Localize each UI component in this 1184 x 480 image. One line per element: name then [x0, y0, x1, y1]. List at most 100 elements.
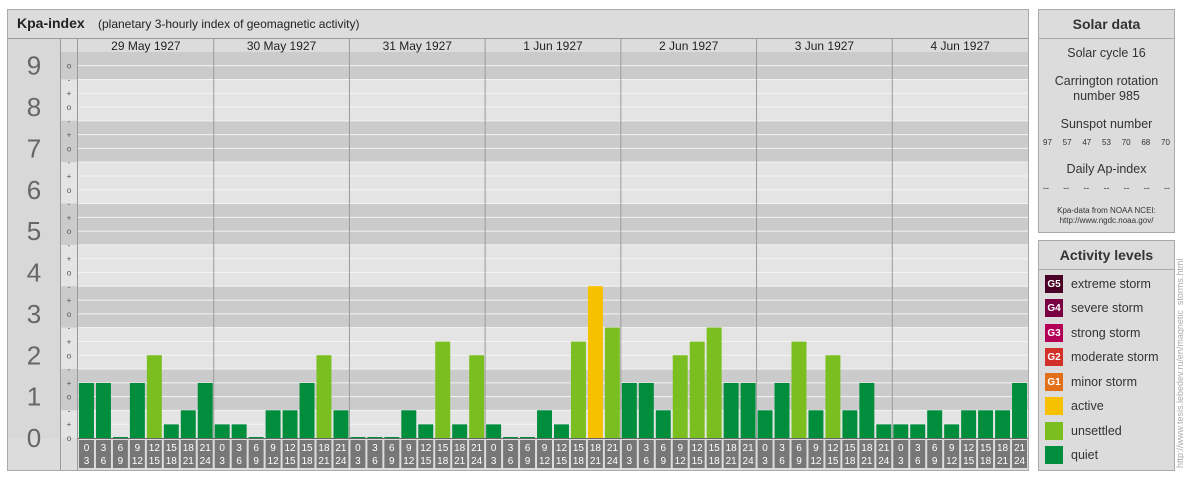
interval-start-label: 21: [743, 443, 755, 454]
interval-start-label: 18: [726, 443, 738, 454]
y-minor-label: -: [68, 282, 71, 291]
y-minor-label: o: [67, 310, 72, 319]
legend-swatch: G5: [1045, 275, 1063, 293]
sunspot-value: 57: [1062, 138, 1072, 147]
y-minor-label: -: [68, 406, 71, 415]
y-tick-label: 6: [27, 175, 41, 205]
interval-end-label: 6: [101, 456, 107, 467]
interval-end-label: 12: [675, 456, 687, 467]
interval-end-label: 18: [301, 456, 313, 467]
legend-swatch: [1045, 397, 1063, 415]
interval-end-label: 12: [268, 456, 280, 467]
kp-bar: [469, 355, 485, 438]
interval-end-label: 15: [420, 456, 432, 467]
y-minor-label: +: [67, 296, 72, 305]
interval-start-label: 9: [542, 443, 548, 454]
interval-start-label: 21: [607, 443, 619, 454]
kp-bar: [95, 382, 111, 438]
y-minor-label: +: [67, 131, 72, 140]
kp-bar: [537, 410, 552, 438]
legend-swatch: [1045, 422, 1063, 440]
legend-swatch: G4: [1045, 299, 1063, 317]
kp-bar: [978, 410, 994, 438]
kp-bar: [146, 355, 162, 438]
legend-moderate-storm: G2 moderate storm: [1045, 347, 1159, 367]
interval-start-label: 9: [949, 443, 955, 454]
kp-bar: [333, 410, 349, 438]
kp-bar: [265, 410, 281, 438]
interval-start-label: 6: [796, 443, 802, 454]
sunspot-value: 47: [1082, 138, 1092, 147]
source-credit: http://www.tesis.lebedev.ru/en/magnetic_…: [1175, 258, 1184, 468]
interval-end-label: 15: [149, 456, 161, 467]
y-minor-label: +: [67, 172, 72, 181]
interval-start-label: 18: [997, 443, 1009, 454]
interval-start-label: 9: [135, 443, 141, 454]
kp-bar: [638, 382, 654, 438]
kp-bar: [723, 382, 739, 438]
interval-start-label: 0: [627, 443, 633, 454]
sunspot-values: 97 57 47 53 70 68 70: [1043, 138, 1170, 147]
legend-swatch: G3: [1045, 324, 1063, 342]
day-label: 31 May 1927: [383, 39, 453, 53]
y-tick-label: 4: [27, 258, 41, 288]
y-tick-label: 8: [27, 92, 41, 122]
interval-end-label: 3: [762, 456, 768, 467]
kp-bar: [808, 410, 824, 438]
interval-start-label: 3: [236, 443, 242, 454]
interval-end-label: 18: [844, 456, 856, 467]
interval-end-label: 18: [980, 456, 992, 467]
interval-end-label: 3: [898, 456, 904, 467]
kp-bar: [350, 437, 366, 438]
interval-start-label: 6: [660, 443, 666, 454]
carrington-label: Carrington rotation: [1054, 74, 1159, 88]
legend-quiet: quiet: [1045, 445, 1098, 465]
kp-bar: [79, 382, 94, 438]
interval-end-label: 6: [508, 456, 514, 467]
sunspot-value: 68: [1141, 138, 1151, 147]
kp-bar: [180, 410, 196, 438]
k-band: [8, 203, 1028, 245]
interval-end-label: 24: [743, 456, 755, 467]
interval-start-label: 0: [84, 443, 90, 454]
y-minor-label: -: [68, 324, 71, 333]
y-tick-label: 3: [27, 299, 41, 329]
interval-start-label: 9: [406, 443, 412, 454]
interval-end-label: 12: [132, 456, 144, 467]
chart-subtitle: (planetary 3-hourly index of geomagnetic…: [98, 17, 360, 31]
interval-end-label: 15: [963, 456, 975, 467]
kp-bar: [655, 410, 671, 438]
interval-start-label: 15: [844, 443, 856, 454]
kpa-chart-panel: 29 May 1927 30 May 1927 31 May 1927 1 Jun 1…: [7, 9, 1029, 471]
interval-start-label: 3: [508, 443, 514, 454]
y-tick-label: 1: [27, 382, 41, 412]
kp-bar: [587, 286, 603, 438]
interval-start-label: 3: [644, 443, 650, 454]
y-minor-label: -: [68, 241, 71, 250]
y-tick-label: 2: [27, 340, 41, 370]
interval-start-label: 12: [827, 443, 839, 454]
interval-end-label: 21: [454, 456, 466, 467]
y-minor-label: o: [67, 62, 72, 71]
interval-start-label: 15: [709, 443, 721, 454]
kp-bar: [214, 424, 230, 438]
ap-index-title: Daily Ap-index: [1066, 162, 1147, 176]
kp-bar: [842, 410, 858, 438]
interval-start-label: 21: [200, 443, 212, 454]
kp-bar: [1012, 382, 1027, 438]
kp-bar: [927, 410, 943, 438]
ap-value: --: [1103, 183, 1110, 193]
kp-bar: [418, 424, 434, 438]
y-minor-label: -: [68, 117, 71, 126]
legend-label: minor storm: [1071, 375, 1137, 389]
y-minor-label: o: [67, 103, 72, 112]
kp-bar: [282, 410, 298, 438]
k-band: [8, 79, 1028, 121]
kp-bar: [604, 327, 620, 438]
sunspot-title: Sunspot number: [1060, 117, 1153, 131]
legend-label: extreme storm: [1071, 277, 1151, 291]
interval-start-label: 0: [491, 443, 497, 454]
interval-end-label: 15: [556, 456, 568, 467]
kp-bar: [825, 355, 841, 438]
interval-end-label: 6: [915, 456, 921, 467]
